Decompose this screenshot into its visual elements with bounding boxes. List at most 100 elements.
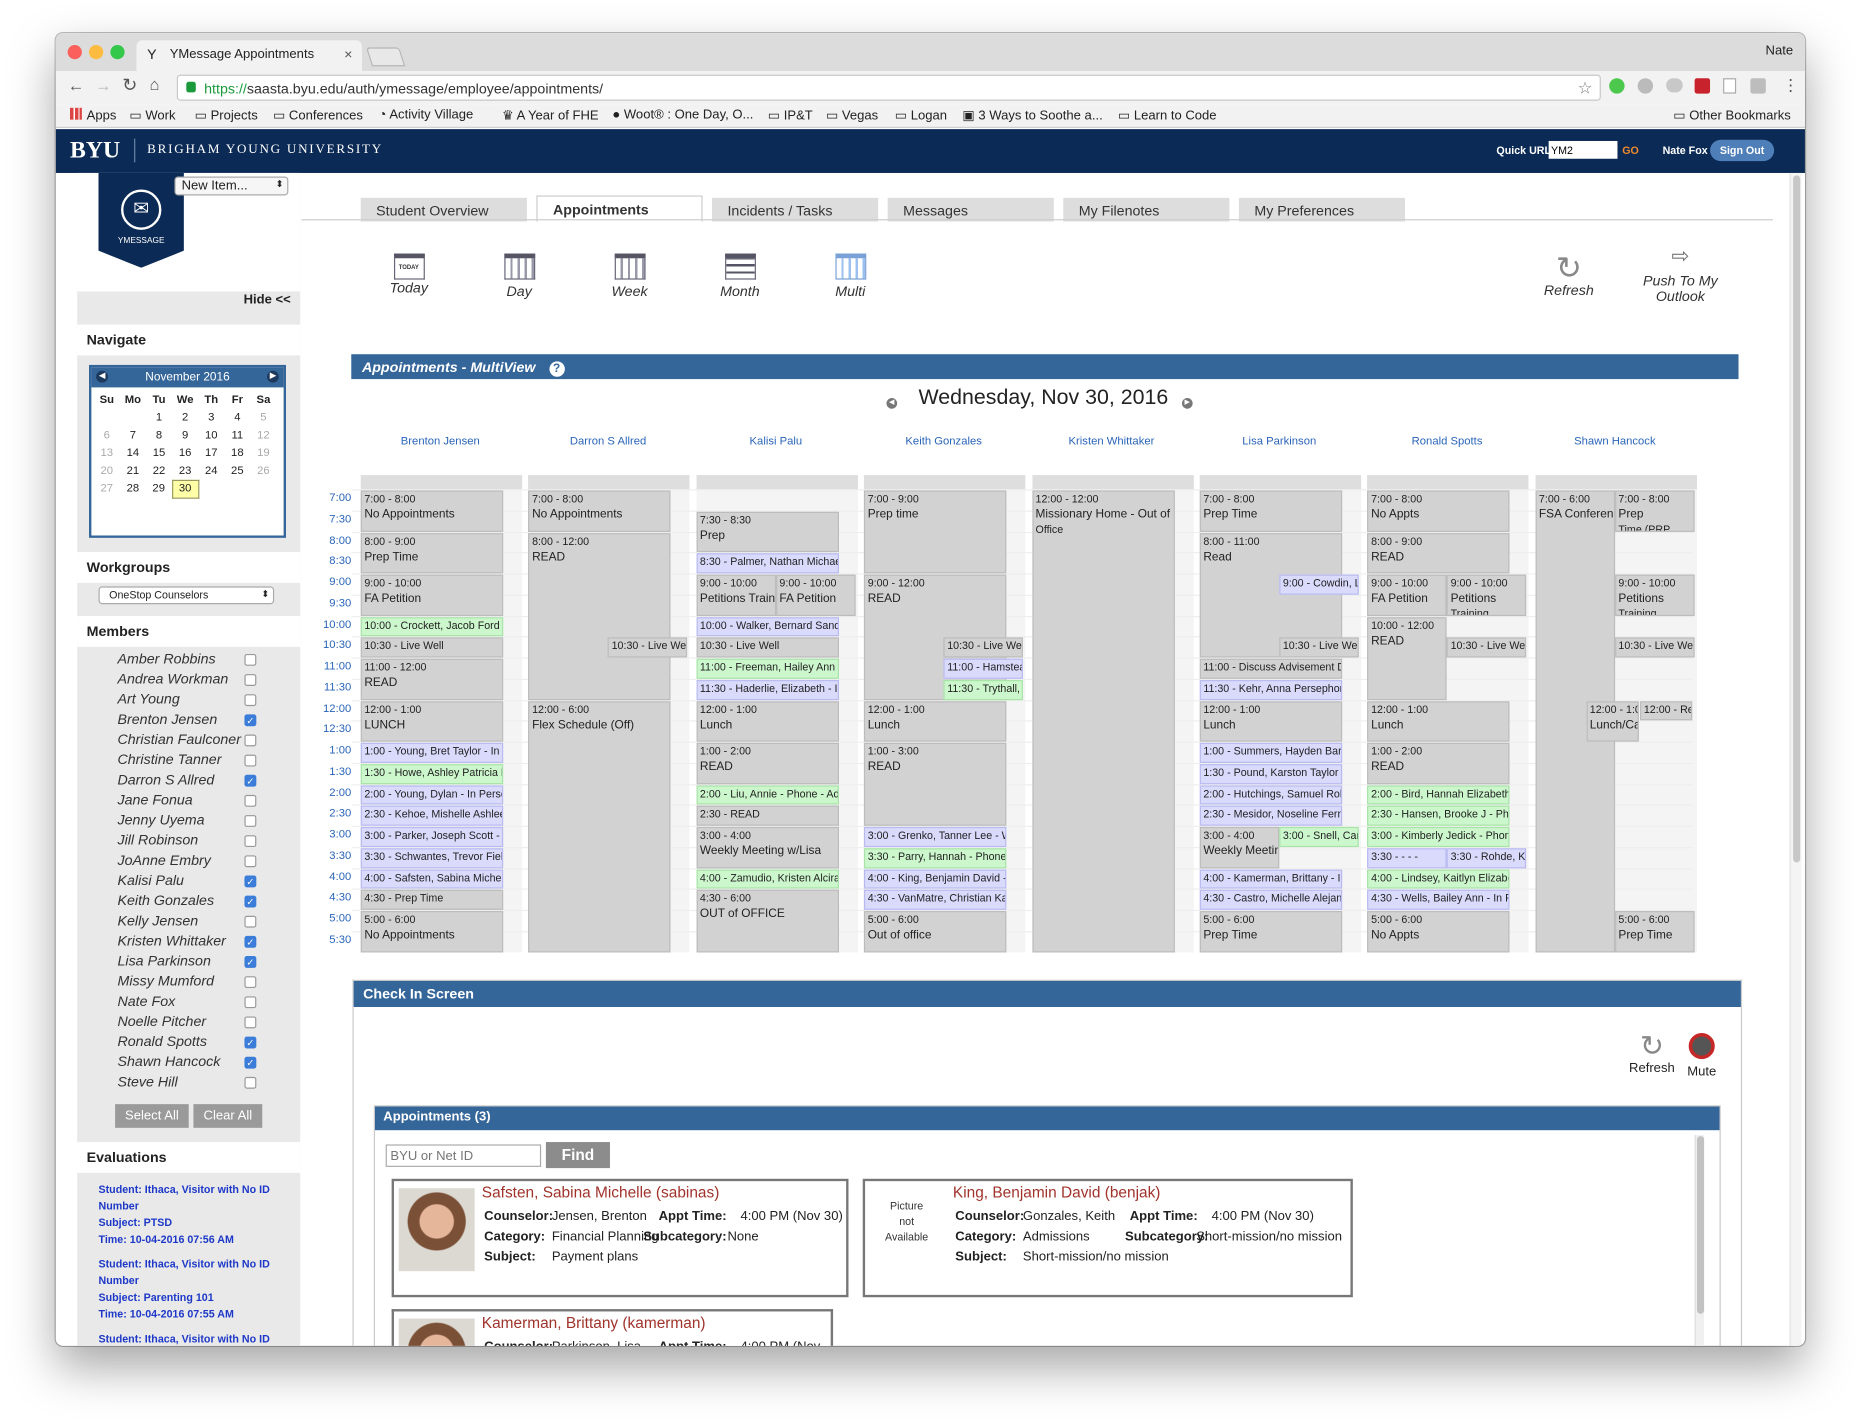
member-checkbox[interactable]: ✓: [244, 895, 257, 908]
appointment-block[interactable]: 12:00 - 1:00 Lunch: [864, 700, 1007, 742]
bookmark-conferences[interactable]: ▭ Conferences: [273, 108, 363, 123]
appointment-block[interactable]: 10:30 - Live Well: [360, 637, 504, 658]
bookmark-fhe[interactable]: ♛ A Year of FHE: [502, 108, 599, 123]
close-window-icon[interactable]: [67, 45, 82, 60]
extension-box-icon[interactable]: [1750, 78, 1766, 94]
appointment-block[interactable]: 2:00 - Young, Dylan - In Person - F: [360, 784, 504, 805]
appointment-block[interactable]: 7:00 - 9:00 Prep time: [864, 490, 1007, 574]
appointment-block[interactable]: 8:00 - 9:00 Prep Time: [360, 532, 504, 574]
member-name[interactable]: Shawn Hancock: [117, 1053, 220, 1070]
appointment-block[interactable]: 12:00 - 1:00 LUNCH: [360, 700, 504, 742]
appointment-block[interactable]: 4:00 - King, Benjamin David - In Pe: [864, 868, 1007, 889]
appointment-block[interactable]: 2:00 - Bird, Hannah Elizabeth - Ph: [1367, 784, 1510, 805]
address-bar[interactable]: https://saasta.byu.edu/auth/ymessage/emp…: [176, 74, 1601, 101]
appointment-block[interactable]: 9:00 - 10:00 FA Petition: [1367, 574, 1448, 616]
counselor-name[interactable]: Kristen Whittaker: [1028, 435, 1194, 448]
appointment-block[interactable]: 1:00 - Summers, Hayden Bartley -: [1199, 742, 1343, 763]
evaluation-item[interactable]: Student: Ithaca, Visitor with No ID Numbe…: [98, 1256, 288, 1322]
member-name[interactable]: Kalisi Palu: [117, 872, 183, 889]
appointment-block[interactable]: 9:00 - Cowdin, Li: [1279, 574, 1359, 595]
help-icon[interactable]: ?: [548, 361, 565, 377]
member-checkbox[interactable]: [244, 996, 257, 1009]
member-name[interactable]: Noelle Pitcher: [117, 1013, 206, 1030]
calendar-day[interactable]: 26: [250, 462, 276, 480]
appointment-block[interactable]: 4:30 - Castro, Michelle Alejandra -: [1199, 890, 1343, 910]
appointment-block[interactable]: 4:00 - Kamerman, Brittany - In Per: [1199, 868, 1343, 889]
appointment-block[interactable]: 4:30 - VanMatre, Christian Karch -: [864, 890, 1007, 910]
appointment-block[interactable]: 10:00 - Crockett, Jacob Ford - Pho: [360, 616, 504, 637]
appointment-block[interactable]: 12:00 - 1:00 Lunch: [1199, 700, 1343, 742]
appointment-block[interactable]: 10:00 - Walker, Bernard Sandford: [696, 616, 839, 637]
go-button[interactable]: GO: [1622, 145, 1639, 157]
appointment-block[interactable]: 4:30 - 6:00 OUT of OFFICE: [696, 890, 839, 952]
appointment-block[interactable]: 5:00 - 6:00 No Appointments: [360, 911, 504, 952]
appointment-block[interactable]: 8:00 - 9:00 READ: [1367, 532, 1510, 574]
appointment-block[interactable]: 9:00 - 10:00 Petitions Train: [696, 574, 776, 616]
evaluation-item[interactable]: Student: Ithaca, Visitor with No ID Numbe…: [98, 1181, 288, 1247]
member-checkbox[interactable]: ✓: [244, 774, 257, 787]
appointment-block[interactable]: 3:00 - Kimberly Jedick - Phone - F: [1367, 826, 1510, 847]
appointment-block[interactable]: 12:00 - 6:00 Flex Schedule (Off): [528, 700, 671, 952]
appointment-block[interactable]: 11:30 - Haderlie, Elizabeth - In Per: [696, 679, 839, 700]
appointment-block[interactable]: 5:00 - 6:00 Prep Time: [1199, 911, 1343, 952]
bookmark-star-icon[interactable]: ☆: [1578, 78, 1593, 98]
member-name[interactable]: Keith Gonzales: [117, 892, 214, 909]
calendar-day[interactable]: 4: [224, 409, 250, 427]
appointment-block[interactable]: 7:00 - 8:00 Prep Time (PRP: [1614, 490, 1695, 532]
month-view-button[interactable]: Month: [713, 253, 766, 300]
member-checkbox[interactable]: [244, 815, 257, 827]
calendar-day[interactable]: 27: [94, 480, 120, 498]
counselor-name[interactable]: Keith Gonzales: [861, 435, 1027, 448]
bookmark-projects[interactable]: ▭ Projects: [195, 108, 258, 123]
appointment-block[interactable]: 9:00 - 10:00 FA Petition: [360, 574, 504, 616]
member-checkbox[interactable]: [244, 1016, 257, 1029]
calendar-day[interactable]: 30: [171, 479, 199, 499]
calendar-day[interactable]: 15: [146, 444, 172, 462]
day-view-button[interactable]: Day: [492, 253, 545, 300]
bookmark-soothe[interactable]: ▣ 3 Ways to Soothe a...: [962, 108, 1102, 123]
appointment-block[interactable]: 7:00 - 8:00 No Appointments: [528, 490, 671, 532]
appointment-block[interactable]: 10:30 - Live Well: [1614, 637, 1695, 658]
hide-sidebar-link[interactable]: Hide <<: [77, 289, 300, 313]
student-name[interactable]: King, Benjamin David (benjak): [953, 1184, 1161, 1202]
member-checkbox[interactable]: [244, 694, 257, 707]
appointment-block[interactable]: 9:00 - 10:00 Petitions Training: [1614, 574, 1695, 616]
member-name[interactable]: Missy Mumford: [117, 973, 214, 990]
page-scrollbar-thumb[interactable]: [1793, 175, 1801, 863]
appointment-card[interactable]: Picture not Available King, Benjamin David …: [862, 1178, 1353, 1298]
sign-out-button[interactable]: Sign Out: [1710, 139, 1775, 162]
calendar-day[interactable]: 16: [172, 444, 198, 462]
appointment-block[interactable]: 8:30 - Palmer, Nathan Michael - In: [696, 553, 839, 574]
member-name[interactable]: Jane Fonua: [117, 791, 192, 808]
forward-icon[interactable]: →: [95, 76, 112, 95]
appointment-block[interactable]: 11:00 - Discuss Advisement Direc: [1199, 658, 1343, 679]
member-checkbox[interactable]: [244, 794, 257, 807]
next-month-icon[interactable]: ▶: [267, 370, 279, 383]
appointment-block[interactable]: 3:00 - 4:00 Weekly Meeting w/Lisa: [696, 826, 839, 868]
appointment-block[interactable]: 10:30 - Live Well: [943, 637, 1024, 658]
appointment-block[interactable]: 3:00 - Snell, Cars: [1279, 826, 1359, 847]
bookmark-other[interactable]: ▭ Other Bookmarks: [1673, 108, 1791, 123]
appointment-block[interactable]: 12:00 - 12:00 Missionary Home - Out of Off…: [1031, 490, 1175, 952]
bookmark-activity-village[interactable]: ◔ Activity Village: [379, 108, 474, 122]
close-tab-icon[interactable]: ×: [344, 46, 352, 63]
appointment-block[interactable]: 12:00 - Res: [1640, 700, 1693, 721]
calendar-day[interactable]: 9: [172, 426, 198, 444]
appointment-block[interactable]: 9:00 - 10:00 FA Petition: [775, 574, 856, 616]
maximize-window-icon[interactable]: [110, 45, 125, 60]
member-name[interactable]: Darron S Allred: [117, 771, 214, 788]
member-checkbox[interactable]: ✓: [244, 1056, 257, 1069]
back-icon[interactable]: ←: [68, 76, 85, 95]
member-checkbox[interactable]: ✓: [244, 875, 257, 888]
appointment-block[interactable]: 3:00 - Parker, Joseph Scott - In Pe: [360, 826, 504, 847]
appointment-block[interactable]: 11:30 - Kehr, Anna Persephone - F: [1199, 679, 1343, 700]
appointment-block[interactable]: 4:00 - Safsten, Sabina Michelle - I: [360, 868, 504, 889]
calendar-day[interactable]: 28: [120, 480, 146, 498]
scrollbar-thumb[interactable]: [1696, 1136, 1705, 1314]
student-name[interactable]: Safsten, Sabina Michelle (sabinas): [482, 1184, 720, 1202]
calendar-day[interactable]: 20: [94, 462, 120, 480]
refresh-button[interactable]: ↻ Refresh: [1539, 252, 1598, 298]
appointment-block[interactable]: 7:30 - 8:30 Prep: [696, 511, 839, 553]
tab-appointments[interactable]: Appointments: [536, 195, 703, 222]
appointment-block[interactable]: 10:30 - Live Well: [1447, 637, 1527, 658]
